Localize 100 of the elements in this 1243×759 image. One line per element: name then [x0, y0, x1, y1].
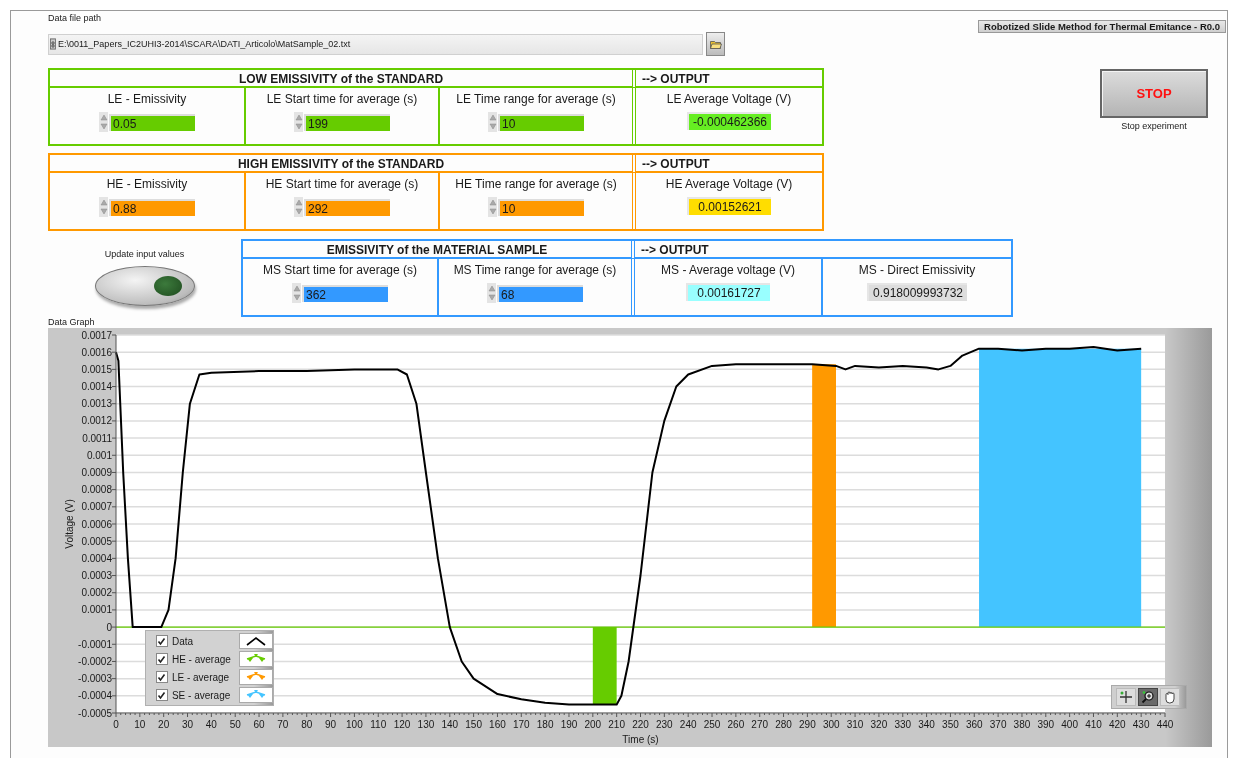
x-tick-label: 430 [1132, 719, 1150, 730]
x-tick-label: 230 [656, 719, 673, 730]
x-tick-label: 400 [1061, 719, 1078, 730]
x-tick-label: 200 [584, 719, 602, 730]
y-tick-label: 0.0008 [81, 484, 112, 496]
numeric-field[interactable]: 68 [497, 284, 583, 302]
y-tick-label: 0.0012 [81, 415, 112, 427]
group-title: EMISSIVITY of the MATERIAL SAMPLE [243, 241, 631, 259]
numeric-field[interactable]: 292 [304, 198, 390, 216]
x-tick-label: 180 [536, 719, 554, 730]
stop-caption: Stop experiment [1121, 121, 1187, 132]
value-indicator: 0.918009993732 [866, 283, 968, 301]
graph-label: Data Graph [48, 317, 96, 327]
x-tick-label: 260 [727, 719, 745, 730]
y-tick-label: 0.0011 [82, 432, 112, 444]
x-tick-label: 240 [679, 719, 697, 730]
x-tick-label: 310 [846, 719, 864, 730]
value-indicator: 0.00161727 [686, 283, 770, 301]
value-indicator: 0.00152621 [687, 197, 771, 215]
y-tick-label: 0.0014 [81, 381, 112, 393]
field-label: HE - Emissivity [106, 177, 188, 191]
field-label: MS Time range for average (s) [453, 263, 617, 277]
path-field[interactable]: E:\0011_Papers_IC2UHI3-2014\SCARA\DATI_Articolo\MatSample_02.txt [48, 33, 703, 55]
hand-icon [1163, 690, 1177, 704]
folder-icon [709, 39, 722, 49]
x-tick-label: 290 [799, 719, 816, 730]
browse-button[interactable] [706, 32, 725, 56]
numeric-field[interactable]: 199 [304, 113, 390, 131]
tool-button[interactable] [1138, 688, 1158, 706]
zoom-icon [1141, 690, 1155, 704]
x-tick-label: 360 [965, 719, 983, 730]
field-label: LE - Emissivity [107, 92, 187, 106]
x-tick-label: 130 [417, 719, 435, 730]
x-tick-label: 50 [229, 719, 241, 730]
legend-label: LE - average [171, 671, 231, 683]
numeric-field[interactable]: 0.05 [109, 113, 195, 131]
y-tick-label: 0.0005 [81, 535, 112, 547]
field-label: LE Start time for average (s) [266, 92, 418, 106]
x-tick-label: 390 [1037, 719, 1055, 730]
value-indicator: -0.000462366 [686, 112, 772, 130]
y-tick-label: -0.0005 [78, 707, 112, 719]
x-tick-label: 300 [822, 719, 840, 730]
field-label: LE Time range for average (s) [456, 92, 616, 106]
y-tick-label: 0.0006 [81, 518, 112, 530]
x-axis-title: Time (s) [622, 734, 659, 745]
numeric-field[interactable]: 0.88 [109, 198, 195, 216]
legend-label: Data [171, 635, 195, 647]
numeric-field[interactable]: 362 [302, 284, 388, 302]
checkbox[interactable] [156, 689, 168, 701]
x-tick-label: 150 [465, 719, 482, 730]
x-tick-label: 320 [870, 719, 888, 730]
x-tick-label: 20 [158, 719, 170, 730]
button-label: Update input values [104, 249, 185, 260]
output-title: --> OUTPUT [632, 70, 822, 88]
x-tick-label: 190 [560, 719, 578, 730]
checkbox[interactable] [156, 635, 168, 647]
group-title: LOW EMISSIVITY of the STANDARD [50, 70, 632, 88]
x-tick-label: 10 [134, 719, 146, 730]
numeric-field[interactable]: 10 [498, 198, 584, 216]
x-tick-label: 100 [346, 719, 363, 730]
x-tick-label: 210 [608, 719, 625, 730]
y-tick-label: 0.0016 [81, 346, 112, 358]
x-tick-label: 170 [512, 719, 530, 730]
indicator-label: HE Average Voltage (V) [665, 177, 793, 191]
x-tick-label: 220 [632, 719, 649, 730]
x-tick-label: 340 [918, 719, 935, 730]
tool-button[interactable] [1160, 688, 1180, 706]
checkbox[interactable] [156, 653, 168, 665]
y-tick-label: -0.0002 [78, 655, 112, 667]
x-tick-label: 40 [205, 719, 217, 730]
group-title: HIGH EMISSIVITY of the STANDARD [50, 155, 632, 173]
x-tick-label: 370 [989, 719, 1007, 730]
x-tick-label: 0 [113, 719, 119, 730]
output-title: --> OUTPUT [632, 155, 822, 173]
x-tick-label: 140 [441, 719, 459, 730]
update-button[interactable] [94, 266, 195, 306]
y-tick-label: 0.0013 [81, 398, 112, 410]
field-label: MS Start time for average (s) [262, 263, 417, 277]
x-tick-label: 420 [1108, 719, 1126, 730]
output-title: --> OUTPUT [631, 241, 1011, 259]
numeric-field[interactable]: 10 [498, 113, 584, 131]
y-tick-label: 0.0009 [81, 466, 112, 478]
y-tick-label: -0.0003 [78, 673, 112, 685]
x-tick-label: 110 [370, 719, 387, 730]
x-tick-label: 60 [253, 719, 265, 730]
x-tick-label: 70 [277, 719, 289, 730]
y-tick-label: 0.0015 [81, 363, 112, 375]
x-tick-label: 80 [301, 719, 313, 730]
y-tick-label: 0.0004 [81, 552, 112, 564]
y-tick-label: 0.0017 [81, 329, 112, 341]
x-tick-label: 440 [1156, 719, 1174, 730]
checkbox[interactable] [156, 671, 168, 683]
x-tick-label: 410 [1085, 719, 1102, 730]
x-tick-label: 160 [489, 719, 506, 730]
crosshair-icon [1119, 690, 1133, 704]
x-tick-label: 380 [1013, 719, 1031, 730]
indicator-label: MS - Average voltage (V) [661, 263, 795, 277]
x-tick-label: 250 [703, 719, 721, 730]
y-tick-label: 0.001 [86, 449, 112, 461]
y-tick-label: -0.0001 [78, 638, 112, 650]
